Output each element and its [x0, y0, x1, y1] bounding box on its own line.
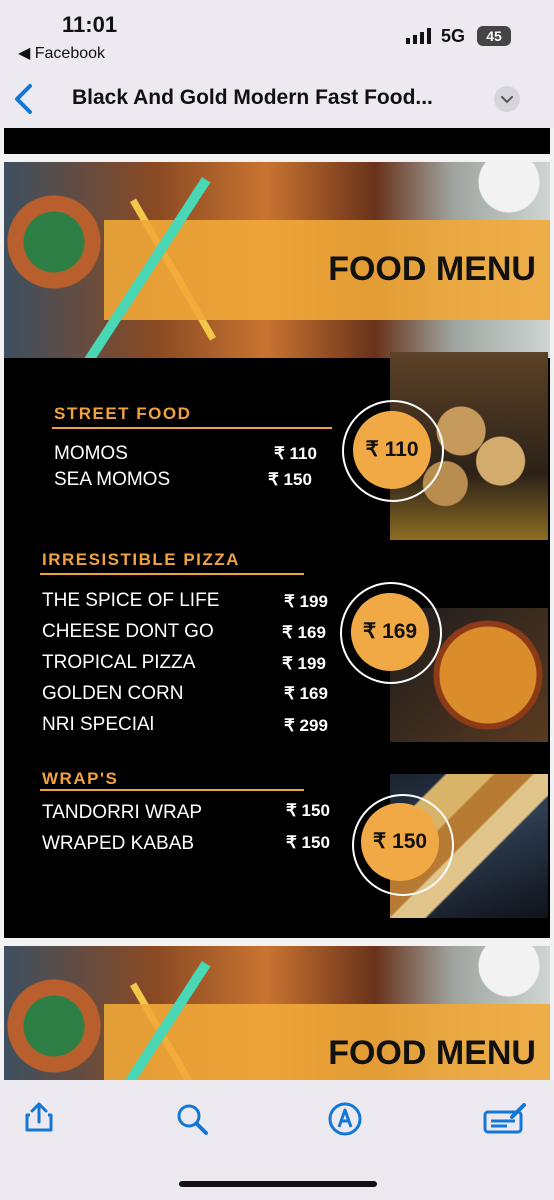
- back-app-label: Facebook: [34, 45, 106, 62]
- menu-item-name: GOLDEN CORN: [42, 683, 184, 704]
- section-divider: [52, 427, 332, 429]
- next-page: FOOD MENU: [4, 946, 550, 1080]
- menu-item-name: THE SPICE OF LIFE: [42, 590, 220, 611]
- banner-title: FOOD MENU: [328, 250, 536, 288]
- menu-item-price: ₹ 199: [282, 654, 326, 673]
- title-menu-button[interactable]: [494, 86, 520, 112]
- menu-item-price: ₹ 150: [286, 833, 330, 852]
- food-banner-image: FOOD MENU: [4, 946, 550, 1080]
- section-title-street-food: STREET FOOD: [54, 404, 192, 423]
- menu-item-price: ₹ 169: [282, 623, 326, 642]
- section-title-wraps: WRAP'S: [42, 769, 119, 788]
- menu-item-price: ₹ 299: [284, 716, 328, 735]
- share-icon[interactable]: [22, 1100, 56, 1134]
- food-banner-image: FOOD MENU: [4, 162, 550, 358]
- price-badge: ₹ 169: [351, 593, 429, 671]
- menu-page: FOOD MENU STREET FOOD MOMOS ₹ 110 SEA MO…: [4, 162, 550, 938]
- menu-item-name: WRAPED KABAB: [42, 833, 195, 854]
- document-viewer[interactable]: FOOD MENU STREET FOOD MOMOS ₹ 110 SEA MO…: [0, 128, 554, 1080]
- price-badge: ₹ 110: [353, 411, 431, 489]
- menu-item-name: SEA MOMOS: [54, 469, 171, 490]
- chevron-down-icon: [501, 96, 513, 104]
- chevron-left-icon[interactable]: [10, 82, 40, 116]
- menu-item-price: ₹ 199: [284, 592, 328, 611]
- document-title: Black And Gold Modern Fast Food...: [72, 86, 433, 109]
- menu-item-name: TROPICAL PIZZA: [42, 652, 196, 673]
- back-to-app-link[interactable]: ◀ Facebook: [18, 43, 105, 63]
- annotate-icon[interactable]: [482, 1102, 526, 1136]
- menu-item-price: ₹ 110: [274, 444, 317, 463]
- section-divider: [40, 573, 304, 575]
- menu-item-name: MOMOS: [54, 443, 128, 464]
- banner-title: FOOD MENU: [328, 1034, 536, 1072]
- menu-item-name: CHEESE DONT GO: [42, 621, 214, 642]
- menu-item-price: ₹ 169: [284, 684, 328, 703]
- signal-icon: [406, 28, 431, 44]
- markup-icon[interactable]: [328, 1102, 362, 1136]
- menu-item-price: ₹ 150: [286, 801, 330, 820]
- menu-item-name: TANDORRI WRAP: [42, 802, 203, 823]
- menu-item-price: ₹ 150: [268, 470, 312, 489]
- search-icon[interactable]: [175, 1102, 209, 1136]
- status-time: 11:01: [62, 12, 118, 37]
- menu-item-name: NRI SPECIAl: [42, 714, 154, 735]
- network-label: 5G: [441, 26, 466, 46]
- price-badge: ₹ 150: [361, 803, 439, 881]
- section-title-pizza: IRRESISTIBLE PIZZA: [42, 550, 240, 569]
- status-bar: 11:01 ◀ Facebook 5G 45: [0, 0, 554, 74]
- navigation-bar: Black And Gold Modern Fast Food...: [0, 74, 554, 128]
- previous-page-fragment: [4, 128, 550, 154]
- battery-indicator: 45: [477, 26, 511, 46]
- section-divider: [40, 789, 304, 791]
- home-indicator: [179, 1181, 377, 1187]
